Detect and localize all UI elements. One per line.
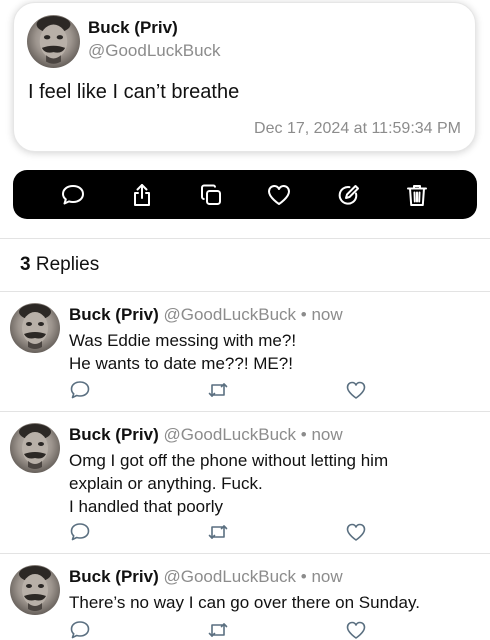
reply-author-handle[interactable]: @GoodLuckBuck [163, 425, 296, 444]
reply-actions [69, 379, 369, 401]
reply-text: Was Eddie messing with me?! He wants to … [69, 329, 296, 375]
avatar[interactable] [27, 15, 80, 68]
reply-time: now [311, 425, 343, 444]
avatar-face-icon [36, 16, 71, 64]
reply-avatar[interactable] [10, 303, 60, 353]
reply-actions [69, 619, 369, 640]
heart-icon [346, 621, 366, 639]
replies-count-number: 3 [20, 254, 31, 275]
like-button[interactable] [264, 180, 294, 210]
comment-button[interactable] [58, 180, 88, 210]
repost-icon [208, 623, 228, 637]
divider [0, 238, 490, 239]
reply-time: now [311, 305, 343, 324]
post-text: I feel like I can’t breathe [28, 81, 240, 103]
comment-icon [70, 381, 90, 399]
reply-like-button[interactable] [345, 379, 367, 401]
reply-repost-button[interactable] [207, 379, 229, 401]
comment-icon [62, 184, 85, 204]
reply-text: Omg I got off the phone without letting … [69, 449, 388, 518]
reply-header: Buck (Priv) @GoodLuckBuck • now [69, 425, 343, 445]
reply-author-name[interactable]: Buck (Priv) [69, 567, 159, 586]
reply-comment-button[interactable] [69, 521, 91, 543]
reply-author-handle[interactable]: @GoodLuckBuck [163, 305, 296, 324]
main-post-card: Buck (Priv) @GoodLuckBuck I feel like I … [13, 2, 476, 152]
edit-icon [338, 184, 359, 205]
comment-icon [70, 621, 90, 639]
reply-comment-button[interactable] [69, 379, 91, 401]
repost-icon [208, 525, 228, 539]
reply-header: Buck (Priv) @GoodLuckBuck • now [69, 305, 343, 325]
reply-author-name[interactable]: Buck (Priv) [69, 305, 159, 324]
reply-actions [69, 521, 369, 543]
replies-count: 3 Replies [20, 254, 99, 276]
avatar-face-icon [19, 424, 51, 469]
reply-repost-button[interactable] [207, 521, 229, 543]
reply-author-handle[interactable]: @GoodLuckBuck [163, 567, 296, 586]
reply-separator: • [300, 305, 307, 324]
reply-like-button[interactable] [345, 619, 367, 640]
delete-button[interactable] [402, 180, 432, 210]
reply-text-line: He wants to date me??! ME?! [69, 354, 293, 373]
trash-icon [406, 184, 427, 206]
reply-item[interactable]: Buck (Priv) @GoodLuckBuck • now Omg I go… [0, 411, 490, 553]
reply-text: There’s no way I can go over there on Su… [69, 591, 420, 614]
share-button[interactable] [127, 180, 157, 210]
post-action-bar [13, 170, 477, 219]
reply-text-line: Omg I got off the phone without letting … [69, 451, 389, 470]
reply-repost-button[interactable] [207, 619, 229, 640]
post-author-name[interactable]: Buck (Priv) [88, 18, 178, 38]
reply-text-line: I handled that poorly [69, 497, 224, 516]
avatar-face-icon [19, 566, 51, 611]
reply-text-line: Was Eddie messing with me?! [69, 331, 297, 350]
reply-like-button[interactable] [345, 521, 367, 543]
reply-avatar[interactable] [10, 423, 60, 473]
avatar-face-icon [19, 304, 51, 349]
reply-separator: • [300, 425, 307, 444]
share-icon [133, 183, 150, 206]
reply-author-name[interactable]: Buck (Priv) [69, 425, 159, 444]
reply-avatar[interactable] [10, 565, 60, 615]
post-timestamp: Dec 17, 2024 at 11:59:34 PM [254, 120, 461, 137]
reply-item[interactable]: Buck (Priv) @GoodLuckBuck • now Was Eddi… [0, 291, 490, 411]
copy-button[interactable] [196, 180, 226, 210]
repost-icon [208, 383, 228, 397]
reply-item[interactable]: Buck (Priv) @GoodLuckBuck • now There’s … [0, 553, 490, 640]
reply-comment-button[interactable] [69, 619, 91, 640]
comment-icon [70, 523, 90, 541]
post-author-handle[interactable]: @GoodLuckBuck [88, 41, 221, 61]
reply-header: Buck (Priv) @GoodLuckBuck • now [69, 567, 343, 587]
edit-button[interactable] [333, 180, 363, 210]
copy-icon [200, 184, 221, 205]
heart-icon [268, 184, 291, 205]
reply-separator: • [300, 567, 307, 586]
reply-text-line: explain or anything. Fuck. [69, 474, 263, 493]
reply-text-line: There’s no way I can go over there on Su… [69, 593, 420, 612]
replies-count-label: Replies [35, 254, 100, 275]
heart-icon [346, 523, 366, 541]
heart-icon [346, 381, 366, 399]
reply-time: now [311, 567, 343, 586]
